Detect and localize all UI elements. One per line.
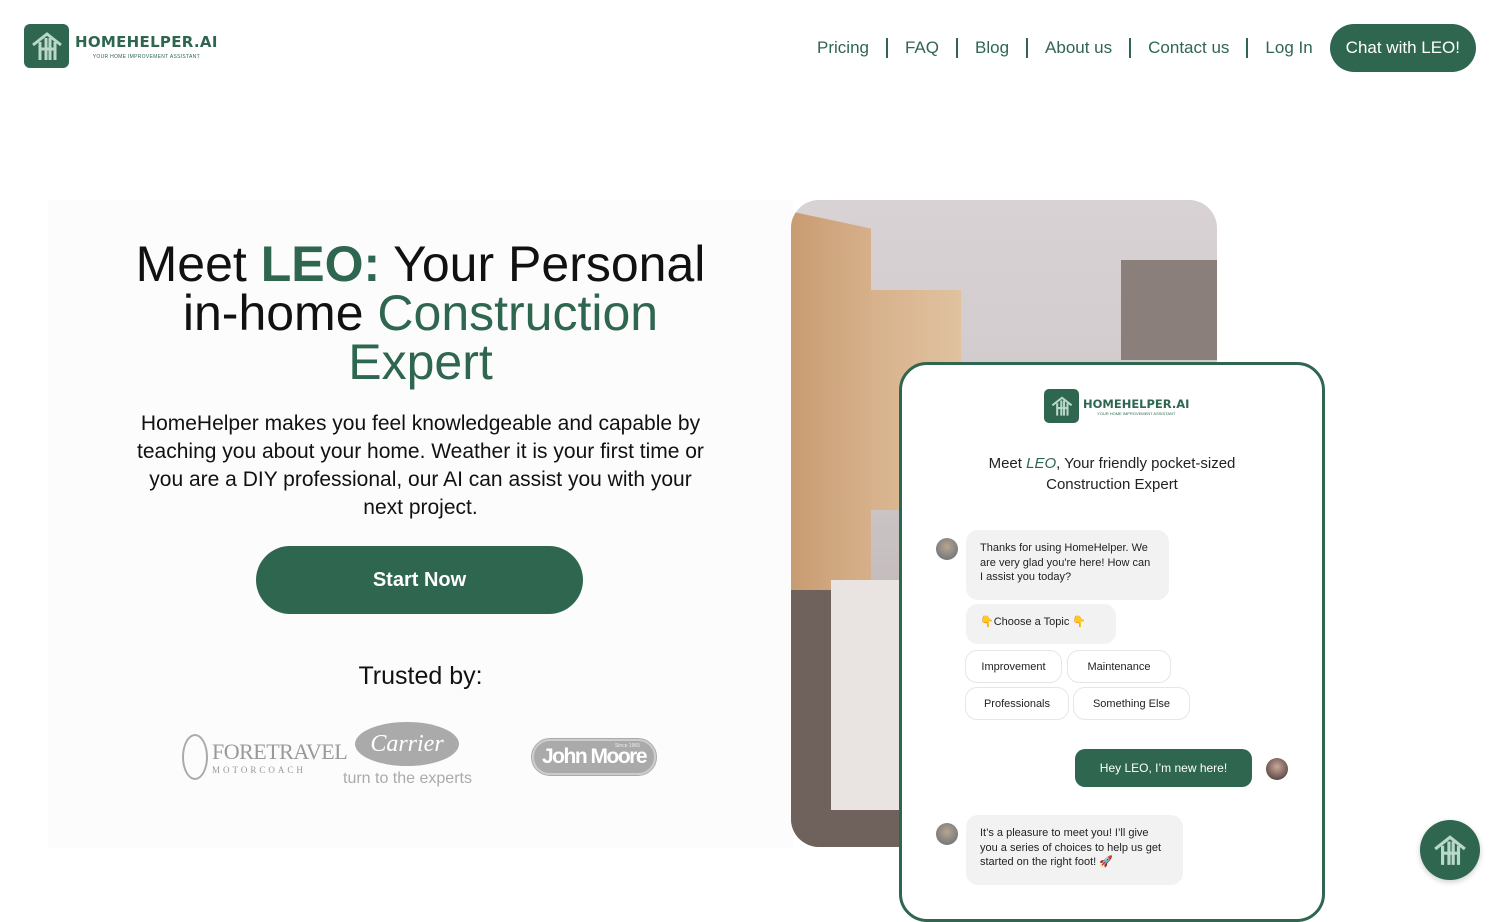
house-logo-icon (1044, 389, 1079, 423)
user-avatar (1266, 758, 1288, 780)
hero-subtitle: HomeHelper makes you feel knowledgeable … (137, 412, 704, 519)
foretravel-text: FORETRAVEL (212, 739, 348, 764)
nav-contact-us[interactable]: Contact us (1131, 38, 1249, 58)
nav-faq[interactable]: FAQ (888, 38, 958, 58)
brand-name: HOMEHELPER.AI (75, 32, 218, 51)
start-now-button[interactable]: Start Now (256, 546, 583, 614)
john-moore-logo: John Moore Since 1965 (531, 738, 657, 776)
nav-about-us[interactable]: About us (1028, 38, 1132, 58)
nav-blog[interactable]: Blog (958, 38, 1029, 58)
leo-avatar (936, 823, 958, 845)
leo-avatar (936, 538, 958, 560)
topic-maintenance[interactable]: Maintenance (1067, 650, 1171, 683)
title-part: Meet (135, 236, 261, 292)
foretravel-logo: FORETRAVEL MOTORCOACH (182, 734, 348, 780)
phone-brand-tagline: YOUR HOME IMPROVEMENT ASSISTANT (1097, 410, 1176, 416)
nav-pricing[interactable]: Pricing (800, 38, 888, 58)
hero-title: Meet LEO: Your Personal in-home Construct… (128, 239, 713, 390)
choose-topic-message: 👇Choose a Topic 👇 (966, 604, 1116, 644)
topic-something-else[interactable]: Something Else (1073, 687, 1190, 720)
nav-log-in[interactable]: Log In (1248, 38, 1329, 58)
carrier-text: Carrier (355, 722, 459, 766)
brand-tagline: YOUR HOME IMPROVEMENT ASSISTANT (92, 53, 200, 60)
carrier-tagline: turn to the experts (343, 770, 472, 787)
title-part: in-home (182, 285, 378, 341)
user-message: Hey LEO, I’m new here! (1075, 749, 1252, 787)
foretravel-sub: MOTORCOACH (212, 765, 306, 775)
title-part: , Your friendly pocket-sized (1056, 455, 1236, 472)
title-leo: LEO (1026, 455, 1057, 472)
brand-logos: FORETRAVEL MOTORCOACH Carrier turn to th… (178, 720, 658, 800)
topic-improvement[interactable]: Improvement (965, 650, 1062, 683)
bot-message: Thanks for using HomeHelper. We are very… (966, 530, 1169, 600)
chat-phone-mockup: HOMEHELPER.AI YOUR HOME IMPROVEMENT ASSI… (899, 362, 1325, 922)
title-part: Expert (348, 334, 493, 390)
chat-launcher-button[interactable] (1420, 820, 1480, 880)
title-part: Your Personal (380, 236, 706, 292)
hero-section: Meet LEO: Your Personal in-home Construct… (48, 200, 793, 848)
title-part: Construction Expert (1046, 476, 1178, 493)
title-leo: LEO: (260, 236, 381, 292)
house-logo-icon (1434, 835, 1466, 865)
phone-title: Meet LEO, Your friendly pocket-sized Cons… (902, 453, 1322, 495)
house-logo-icon (24, 24, 69, 68)
chat-with-leo-button[interactable]: Chat with LEO! (1329, 24, 1476, 72)
title-part: Meet (988, 455, 1027, 472)
phone-brand-logo: HOMEHELPER.AI YOUR HOME IMPROVEMENT ASSI… (1044, 389, 1189, 423)
phone-brand-name: HOMEHELPER.AI (1083, 396, 1190, 411)
topic-professionals[interactable]: Professionals (965, 687, 1069, 720)
bot-message: It’s a pleasure to meet you! I’ll give y… (966, 815, 1183, 885)
main-nav: Pricing FAQ Blog About us Contact us Log… (800, 24, 1476, 72)
brand-logo[interactable]: HOMEHELPER.AI YOUR HOME IMPROVEMENT ASSI… (24, 24, 218, 68)
trusted-by-label: Trusted by: (358, 662, 483, 690)
title-part: Construction (377, 285, 659, 341)
john-moore-since: Since 1965 (614, 743, 640, 749)
